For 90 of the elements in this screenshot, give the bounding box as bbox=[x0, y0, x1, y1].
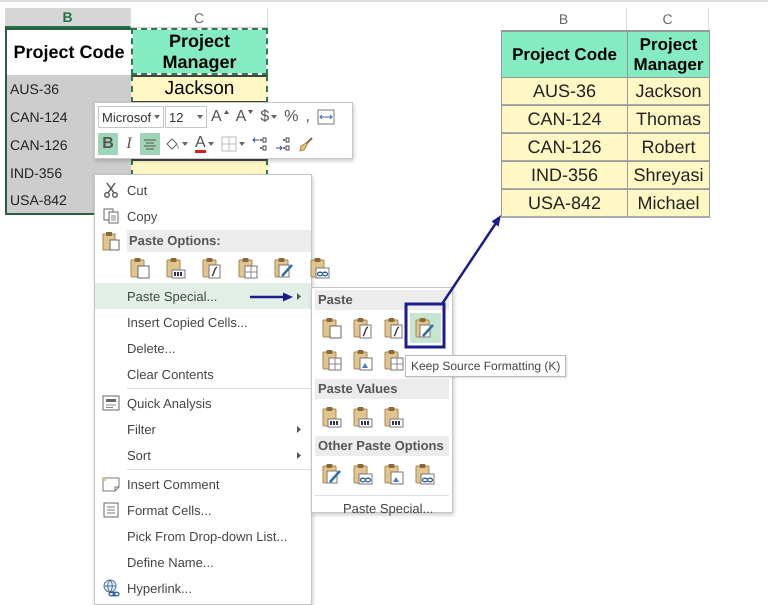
table-icon bbox=[102, 395, 120, 411]
copy-icon bbox=[103, 208, 119, 224]
decimal-icon bbox=[274, 136, 291, 152]
table-cell: Jackson bbox=[131, 75, 268, 103]
paintbrush-icon bbox=[298, 136, 314, 152]
table-cell: Project Manager bbox=[627, 30, 710, 78]
font-size-button[interactable]: A bbox=[208, 106, 232, 128]
caret-icon bbox=[197, 115, 203, 119]
menu-item[interactable]: Insert Comment bbox=[95, 471, 311, 497]
table-cell: Shreyasi bbox=[627, 161, 710, 190]
clipboard-icon[interactable] bbox=[166, 257, 186, 279]
borders-icon bbox=[220, 136, 237, 152]
menu-item[interactable]: Hyperlink... bbox=[95, 575, 311, 601]
clipboard-icon[interactable] bbox=[353, 463, 373, 485]
menu-item[interactable]: Insert Copied Cells... bbox=[95, 309, 311, 335]
table-cell: USA-842 bbox=[501, 189, 628, 218]
caret-icon bbox=[248, 110, 254, 114]
menu-item[interactable]: Filter bbox=[95, 416, 311, 442]
font-size-button[interactable]: A bbox=[232, 106, 256, 128]
menu-item[interactable]: Format Cells... bbox=[95, 497, 311, 523]
section-header: Paste Options: bbox=[127, 230, 311, 252]
table-cell: Project Code bbox=[501, 30, 628, 78]
table-cell: AUS-36 bbox=[501, 77, 628, 106]
table-cell: IND-356 bbox=[501, 161, 628, 190]
highlight-frame bbox=[404, 302, 446, 348]
list-icon bbox=[103, 502, 119, 518]
clipboard-icon[interactable] bbox=[202, 257, 222, 279]
clipboard-icon[interactable] bbox=[384, 317, 404, 339]
format-button[interactable]: , bbox=[302, 106, 313, 128]
align-center-button[interactable] bbox=[140, 133, 160, 155]
clipboard-icon[interactable] bbox=[130, 257, 150, 279]
clipboard-icon[interactable] bbox=[274, 257, 294, 279]
clipboard-icon[interactable] bbox=[238, 257, 258, 279]
menu-item[interactable]: Quick Analysis bbox=[95, 390, 311, 416]
caret-icon bbox=[224, 110, 229, 114]
table-cell: Robert bbox=[627, 133, 710, 162]
wrap-text-icon bbox=[316, 109, 335, 125]
menu-item[interactable]: Paste Special... bbox=[315, 498, 449, 520]
paint-bucket-icon bbox=[164, 136, 180, 152]
clipboard-icon[interactable] bbox=[353, 317, 373, 339]
section-header: Paste Values bbox=[315, 379, 449, 399]
clipboard-icon[interactable] bbox=[322, 317, 342, 339]
clipboard-icon[interactable] bbox=[353, 406, 373, 428]
clipboard-icon[interactable] bbox=[310, 257, 330, 279]
clipboard-icon[interactable] bbox=[322, 349, 342, 371]
clipboard-icon[interactable] bbox=[322, 463, 342, 485]
clipboard-icon[interactable] bbox=[353, 349, 373, 371]
section-header: Paste bbox=[315, 290, 449, 310]
table-cell: Thomas bbox=[627, 105, 710, 134]
clipboard-icon[interactable] bbox=[415, 317, 435, 339]
clipboard-icon[interactable] bbox=[384, 349, 404, 371]
caret-icon bbox=[271, 115, 278, 119]
caret-icon bbox=[154, 115, 160, 119]
table-cell: Project Code bbox=[5, 28, 131, 75]
scissors-icon bbox=[103, 182, 119, 198]
table-cell: AUS-36 bbox=[5, 75, 131, 103]
menu-item[interactable]: Pick From Drop-down List... bbox=[95, 523, 311, 549]
format-button[interactable]: % bbox=[281, 106, 302, 128]
caret-icon bbox=[238, 142, 245, 146]
currency-button[interactable]: $ bbox=[257, 106, 280, 128]
clipboard-icon bbox=[102, 231, 120, 251]
menu-item[interactable]: Paste Special... bbox=[95, 283, 311, 309]
clipboard-icon[interactable] bbox=[384, 463, 404, 485]
table-cell: Jackson bbox=[627, 77, 710, 106]
comment-icon bbox=[102, 476, 120, 492]
font-field[interactable]: Microsof bbox=[98, 106, 164, 128]
table-cell: Project Manager bbox=[131, 28, 268, 75]
bold-button[interactable]: B bbox=[98, 133, 118, 155]
caret-icon bbox=[182, 142, 188, 146]
globe-icon bbox=[102, 579, 120, 597]
align-center-icon bbox=[143, 138, 157, 150]
menu-item[interactable]: Define Name... bbox=[95, 549, 311, 575]
tooltip: Keep Source Formatting (K) bbox=[405, 355, 566, 377]
font-size-field[interactable]: 12 bbox=[165, 106, 207, 128]
decimal-icon bbox=[252, 136, 268, 152]
table-cell: Michael bbox=[627, 189, 710, 218]
clipboard-icon[interactable] bbox=[322, 406, 342, 428]
arrow bbox=[250, 292, 293, 302]
menu-item[interactable]: Delete... bbox=[95, 335, 311, 361]
column-header[interactable]: B bbox=[5, 8, 131, 28]
menu-item[interactable]: Clear Contents bbox=[95, 361, 311, 387]
table-cell: CAN-124 bbox=[501, 105, 628, 134]
section-header: Other Paste Options bbox=[315, 436, 449, 456]
menu-item[interactable]: Sort bbox=[95, 442, 311, 468]
column-header[interactable]: C bbox=[131, 8, 268, 28]
table-cell: CAN-126 bbox=[501, 133, 628, 162]
clipboard-icon[interactable] bbox=[384, 406, 404, 428]
clipboard-icon[interactable] bbox=[415, 463, 435, 485]
font-color-button[interactable]: A bbox=[192, 133, 217, 155]
caret-icon bbox=[208, 142, 214, 146]
